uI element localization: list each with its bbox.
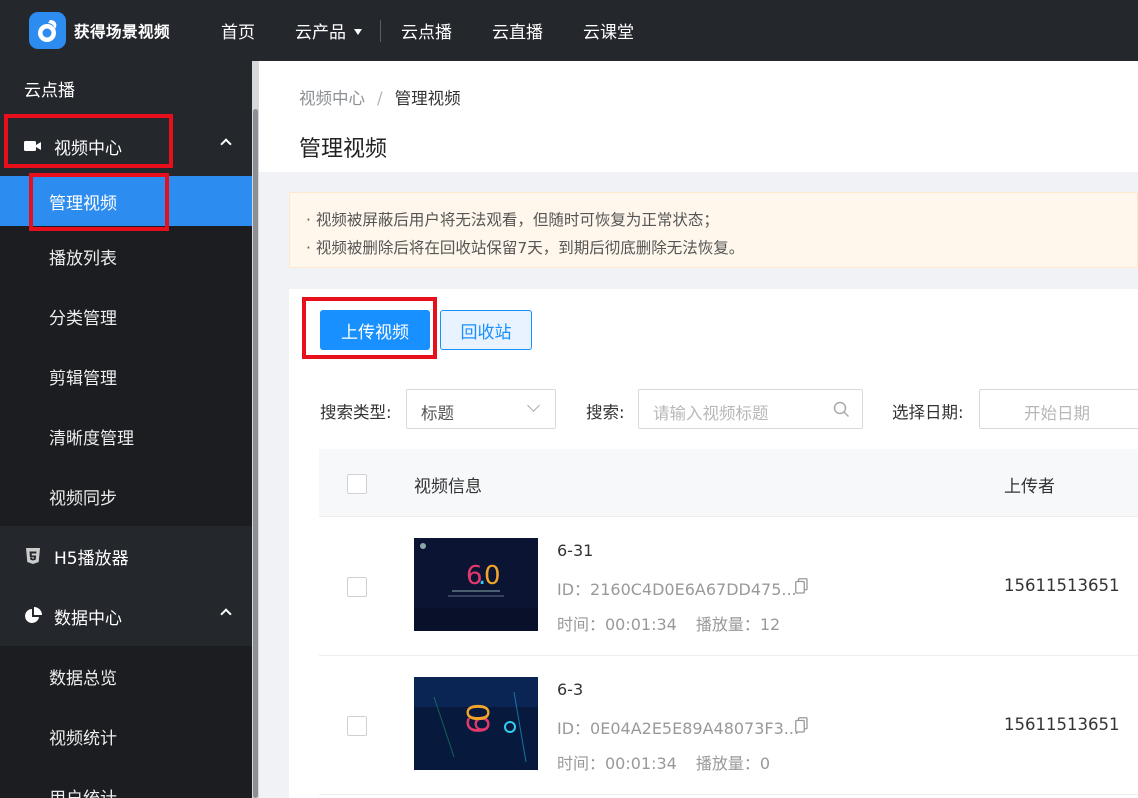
sidebar-group-label: 数据中心 [54,608,122,629]
data-center-submenu: 数据总览 视频统计 用户统计 [0,646,252,798]
sidebar-item-categories[interactable]: 分类管理 [0,286,252,346]
sidebar-item-clips[interactable]: 剪辑管理 [0,346,252,406]
sidebar-group-data-center[interactable]: 数据中心 [0,586,252,646]
nav-home[interactable]: 首页 [221,18,255,43]
sidebar-group-label: H5播放器 [54,548,129,569]
svg-text:0: 0 [484,561,501,591]
sidebar-section-title: 云点播 [24,81,75,101]
pie-chart-icon [24,607,42,625]
breadcrumb-separator: / [377,89,383,108]
video-thumbnail[interactable]: 6 0 [414,677,538,770]
search-label: 搜索: [586,403,625,422]
row-checkbox[interactable] [347,577,367,597]
table-row[interactable]: 6 . 0 6-31 ID：2160C4D0E6A67DD475... 时间：0… [319,517,1138,656]
sidebar-group-h5-player[interactable]: H5播放器 [0,526,252,586]
highlight-box-video-center [4,114,173,168]
video-meta: 时间：00:01:34 播放量：12 [557,611,780,635]
html5-icon [24,547,42,565]
chevron-up-icon [220,138,232,150]
table-row[interactable]: 6 0 6-3 ID：0E04A2E5E89A48073F3... 时间：00:… [319,656,1138,795]
breadcrumb-current: 管理视频 [394,89,461,108]
notice-line-1: · 视频被屏蔽后用户将无法观看，但随时可恢复为正常状态； [306,211,719,229]
video-list-panel: 上传视频 回收站 搜索类型: 标题 搜索: 请输入视频标题 选择日期: 开始日期… [289,289,1138,798]
video-plays: 播放量：0 [695,754,771,773]
video-duration: 时间：00:01:34 [557,615,677,634]
column-header-info: 视频信息 [414,477,482,497]
nav-classroom[interactable]: 云课堂 [583,18,634,43]
sidebar-item-video-stats[interactable]: 视频统计 [0,706,252,766]
svg-text:0: 0 [462,703,497,722]
notice-banner: · 视频被屏蔽后用户将无法观看，但随时可恢复为正常状态； · 视频被删除后将在回… [289,192,1138,268]
top-nav: 首页 云产品 云点播 云直播 云课堂 [221,18,634,43]
video-id: ID：0E04A2E5E89A48073F3... [557,719,800,738]
search-type-label: 搜索类型: [320,403,392,422]
date-label: 选择日期: [892,403,964,422]
row-checkbox[interactable] [347,716,367,736]
recycle-bin-button[interactable]: 回收站 [440,310,532,350]
sidebar-item-user-stats[interactable]: 用户统计 [0,766,252,798]
nav-products-label: 云产品 [295,23,346,43]
video-uploader: 15611513651 [1004,576,1120,595]
copy-icon[interactable] [795,578,808,598]
search-placeholder: 请输入视频标题 [653,404,769,423]
breadcrumb: 视频中心 / 管理视频 [299,85,461,109]
sidebar-item-resolution[interactable]: 清晰度管理 [0,406,252,466]
page-header: 视频中心 / 管理视频 管理视频 [259,61,1138,172]
highlight-box-upload [302,297,437,359]
table-header: 视频信息 上传者 [319,449,1138,517]
highlight-box-manage-videos [29,173,169,231]
video-meta: 时间：00:01:34 播放量：0 [557,750,770,774]
nav-vod[interactable]: 云点播 [401,18,452,43]
top-bar: 获得场景视频 首页 云产品 云点播 云直播 云课堂 [0,0,1138,61]
video-plays: 播放量：12 [695,615,781,634]
search-input[interactable]: 请输入视频标题 [638,389,863,429]
search-type-value: 标题 [421,404,454,423]
sidebar-item-sync[interactable]: 视频同步 [0,466,252,526]
chevron-up-icon [220,608,232,620]
search-type-select[interactable]: 标题 [406,389,556,429]
select-all-checkbox[interactable] [347,474,367,494]
brand-logo[interactable]: 获得场景视频 [29,12,189,49]
column-header-uploader: 上传者 [1004,477,1055,497]
video-uploader: 15611513651 [1004,715,1120,734]
chevron-down-icon [527,399,540,412]
video-thumbnail[interactable]: 6 . 0 [414,538,538,631]
notice-line-2: · 视频被删除后将在回收站保留7天，到期后彻底删除无法恢复。 [306,239,745,257]
sidebar-scrollbar[interactable] [252,61,259,798]
video-duration: 时间：00:01:34 [557,754,677,773]
start-date-input[interactable]: 开始日期 ~ [979,389,1138,429]
video-title[interactable]: 6-3 [557,680,583,699]
caret-down-icon [354,29,362,35]
sidebar: 云点播 视频中心 管理视频 播放列表 分类管理 剪辑管理 清晰度管理 视频同步 … [0,61,252,798]
sidebar-item-playlists[interactable]: 播放列表 [0,226,252,286]
video-title[interactable]: 6-31 [557,541,593,560]
search-icon[interactable] [833,401,850,422]
nav-divider [380,19,381,42]
scrollbar-thumb[interactable] [253,109,258,798]
sidebar-item-data-overview[interactable]: 数据总览 [0,646,252,706]
page-title: 管理视频 [299,137,388,162]
breadcrumb-parent[interactable]: 视频中心 [299,89,365,108]
main-content: 视频中心 / 管理视频 管理视频 · 视频被屏蔽后用户将无法观看，但随时可恢复为正常… [259,61,1138,798]
copy-icon[interactable] [795,717,808,737]
video-table: 视频信息 上传者 6 . 0 6-31 ID：2160C4D0E6A67DD47… [319,449,1138,795]
logo-icon [29,12,66,49]
nav-products[interactable]: 云产品 [295,18,362,43]
nav-live[interactable]: 云直播 [492,18,543,43]
start-date-placeholder: 开始日期 [1024,404,1090,423]
video-id: ID：2160C4D0E6A67DD475... [557,580,797,599]
brand-name: 获得场景视频 [74,22,171,41]
